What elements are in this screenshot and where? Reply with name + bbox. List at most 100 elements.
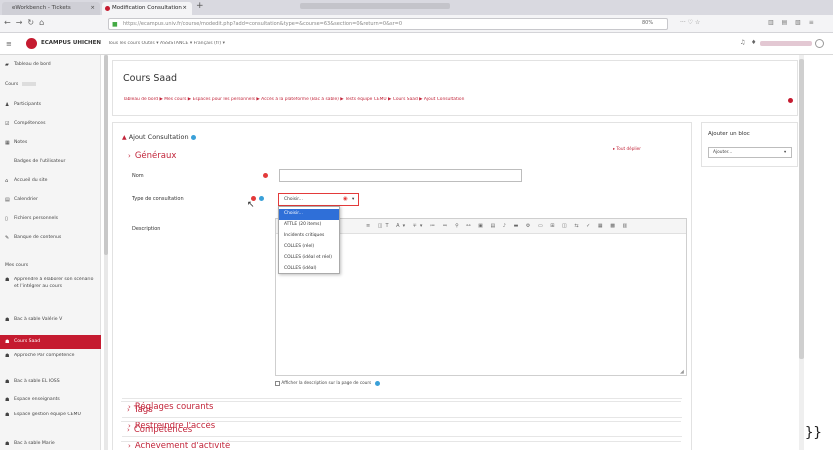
- section-completion[interactable]: › Achèvement d'activité: [128, 441, 230, 450]
- activity-icon: ▲: [122, 134, 127, 141]
- grades-icon: ▦: [5, 140, 10, 146]
- sidebar-item-label: Approche Par compétence: [14, 353, 75, 358]
- graduation-cap-icon: ☗: [5, 379, 10, 385]
- chevron-down-icon: ▾: [784, 150, 787, 155]
- lock-icon: ■: [112, 21, 118, 28]
- sidebar-item-participants[interactable]: ♟ Participants: [0, 100, 101, 110]
- checkbox[interactable]: [275, 380, 280, 386]
- dropdown-option[interactable]: Incidents critiques: [279, 231, 339, 242]
- sidebar-item-label: Badges de l'utilisateur: [14, 159, 66, 164]
- dropdown-option[interactable]: ATTLE (20 items): [279, 220, 339, 231]
- hamburger-icon[interactable]: ≡: [6, 40, 12, 48]
- display-description-checkbox[interactable]: Afficher la description sur la page de c…: [275, 380, 380, 386]
- new-tab-button[interactable]: +: [196, 1, 204, 11]
- home-icon: ⌂: [5, 178, 9, 184]
- graduation-cap-icon: ☗: [5, 317, 10, 323]
- close-icon[interactable]: ×: [182, 2, 187, 15]
- notifications-icon[interactable]: ♫: [740, 39, 745, 46]
- browser-toolbar: ←→↻⌂ ■ https://ecampus.univ.fr/course/mo…: [0, 15, 833, 33]
- page-title: Cours Saad: [123, 73, 178, 84]
- users-icon: ♟: [5, 102, 10, 108]
- sidebar-item-label: Mes cours: [5, 263, 29, 268]
- graduation-cap-icon: ☗: [5, 277, 10, 283]
- sidebar-item-label: Bac à sable Valérie V: [14, 317, 63, 322]
- browser-tab-inactive[interactable]: eWorkbench - Tickets ×: [2, 2, 100, 15]
- select-value: Choisir...: [284, 197, 303, 202]
- url-input[interactable]: ■ https://ecampus.univ.fr/course/modedit…: [108, 18, 668, 30]
- tab-label: Modification Consultation: [112, 5, 182, 11]
- sidebar-course-item[interactable]: ☗ Espace gestion équipe CEMU: [0, 412, 82, 428]
- sidebar-course-item-active[interactable]: ☗ Cours Saad: [0, 335, 101, 349]
- sidebar-heading-my-courses: Mes cours: [0, 261, 101, 271]
- gear-icon[interactable]: [788, 98, 793, 103]
- messages-icon[interactable]: ♦: [751, 39, 756, 46]
- nav-arrows-icon[interactable]: ←→↻⌂: [4, 18, 49, 27]
- sidebar-item-grades[interactable]: ▦ Notes: [0, 138, 101, 148]
- sidebar-course-item[interactable]: ☗ Apprendre à élaborer son scénario et l…: [0, 277, 96, 305]
- sidebar-item-label: Cours Saad: [14, 339, 41, 344]
- browser-tab-active[interactable]: Modification Consultation ×: [102, 2, 192, 15]
- bookmark-icon[interactable]: ··· ♡ ☆: [680, 19, 700, 26]
- sidebar-course-item[interactable]: ☗ Bac à sable EL IOSS: [0, 377, 101, 387]
- sidebar-course-item[interactable]: ☗ Approche Par compétence: [0, 353, 80, 369]
- sidebar-item-content-bank[interactable]: ✎ Banque de contenus: [0, 233, 101, 243]
- divider: [121, 421, 681, 422]
- close-icon[interactable]: ×: [90, 2, 95, 15]
- editor-toolbar-icons[interactable]: ≡ ◫T A▾ ∓▾ ≔ ≕ ⚲ ⚯ ▣ ▤ ♪ ▬ ⚙ ▭ ⊞ ◫ ⇆ ✓ ▦…: [366, 223, 630, 229]
- form-title: ▲ Ajout Consultation: [122, 133, 196, 141]
- consultation-type-select[interactable]: Choisir... ◉ ▾: [278, 193, 359, 206]
- form-title-text: Ajout Consultation: [128, 133, 189, 141]
- section-tags[interactable]: › Tags: [127, 405, 153, 415]
- zoom-level[interactable]: 80%: [642, 20, 653, 26]
- sidebar-item-dashboard[interactable]: ▰ Tableau de bord: [0, 60, 101, 70]
- calendar-icon: ▤: [5, 197, 10, 203]
- help-icon[interactable]: [259, 196, 264, 201]
- add-block-select[interactable]: Ajouter... ▾: [708, 147, 792, 158]
- section-title: Tags: [133, 405, 153, 415]
- sidebar-item-home[interactable]: ⌂ Accueil du site: [0, 176, 101, 186]
- mouse-cursor-icon: ↖: [247, 200, 255, 210]
- site-logo-icon[interactable]: [26, 38, 37, 49]
- section-title: Achèvement d'activité: [134, 441, 231, 450]
- sidebar-item-courses[interactable]: Cours: [0, 80, 101, 90]
- divider: [122, 398, 682, 399]
- sidebar-item-competences[interactable]: ☑ Compétences: [0, 119, 101, 129]
- consultation-type-dropdown[interactable]: Choisir... ATTLE (20 items) Incidents cr…: [278, 206, 340, 274]
- chevron-right-icon: ›: [127, 426, 130, 434]
- sidebar-course-item[interactable]: ☗ Bac à sable Marie: [0, 439, 101, 449]
- expand-all-link[interactable]: ▸ Tout déplier: [613, 146, 641, 151]
- help-icon[interactable]: [374, 380, 380, 386]
- sidebar-item-label: Fichiers personnels: [14, 216, 59, 221]
- sidebar-course-item[interactable]: ☗ Espace enseignants: [0, 395, 101, 405]
- dropdown-option[interactable]: COLLES (idéal): [279, 264, 339, 275]
- scrollbar-thumb[interactable]: [799, 59, 804, 359]
- main-menu[interactable]: Tous les cours Outils ▾ ASSISTANCE ▾ Fra…: [108, 41, 308, 46]
- browser-extensions-icon[interactable]: ▥ ▤ ▧ ≡: [768, 19, 817, 26]
- dropdown-option[interactable]: Choisir...: [279, 209, 339, 220]
- site-brand[interactable]: ECAMPUS UHICHEN: [41, 40, 101, 46]
- section-general[interactable]: › Généraux: [128, 151, 176, 161]
- help-icon[interactable]: [190, 134, 196, 140]
- dropdown-option[interactable]: COLLES (réel): [279, 242, 339, 253]
- sidebar-item-label: Espace enseignants: [14, 397, 60, 402]
- divider: [121, 401, 681, 402]
- sidebar-item-calendar[interactable]: ▤ Calendrier: [0, 195, 101, 205]
- dropdown-option[interactable]: COLLES (idéal et réel): [279, 253, 339, 264]
- graduation-cap-icon: ☗: [5, 353, 10, 359]
- sidebar-item-badges[interactable]: Badges de l'utilisateur: [0, 157, 101, 167]
- avatar[interactable]: [815, 39, 824, 48]
- main-scrollbar[interactable]: [799, 55, 804, 450]
- sidebar-item-private-files[interactable]: ▯ Fichiers personnels: [0, 214, 101, 224]
- main-region: Cours Saad Tableau de bord ▶ Mes cours ▶…: [108, 55, 803, 450]
- tab-label: eWorkbench - Tickets: [12, 5, 71, 11]
- section-competencies[interactable]: › Compétences: [127, 425, 192, 435]
- sidebar-course-item[interactable]: ☗ Bac à sable Valérie V: [0, 315, 101, 325]
- sidebar-item-label: Banque de contenus: [14, 235, 62, 240]
- breadcrumb[interactable]: Tableau de bord ▶ Mes cours ▶ Espaces po…: [123, 97, 683, 102]
- screenshot-stage: eWorkbench - Tickets × Modification Cons…: [0, 0, 833, 450]
- name-input[interactable]: [279, 169, 522, 182]
- add-block: Ajouter un bloc Ajouter... ▾: [701, 122, 798, 167]
- graduation-cap-icon: ☗: [5, 441, 10, 447]
- resize-handle[interactable]: ◢: [680, 369, 684, 375]
- user-name-blur[interactable]: [760, 41, 812, 46]
